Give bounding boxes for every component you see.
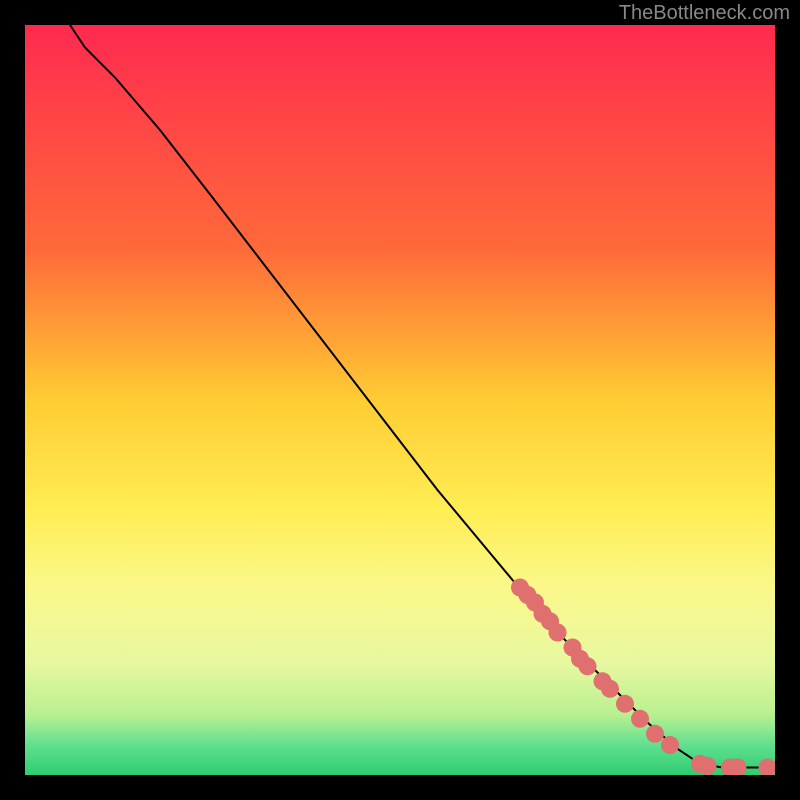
data-point: [646, 725, 664, 743]
data-point: [549, 624, 567, 642]
chart-svg: [25, 25, 775, 775]
plot-area: [25, 25, 775, 775]
chart-frame: TheBottleneck.com: [0, 0, 800, 800]
data-point: [631, 710, 649, 728]
data-point: [699, 757, 717, 775]
data-point: [616, 695, 634, 713]
data-point: [601, 680, 619, 698]
watermark-text: TheBottleneck.com: [619, 2, 790, 25]
data-point: [579, 657, 597, 675]
data-point: [661, 736, 679, 754]
gradient-background: [25, 25, 775, 775]
